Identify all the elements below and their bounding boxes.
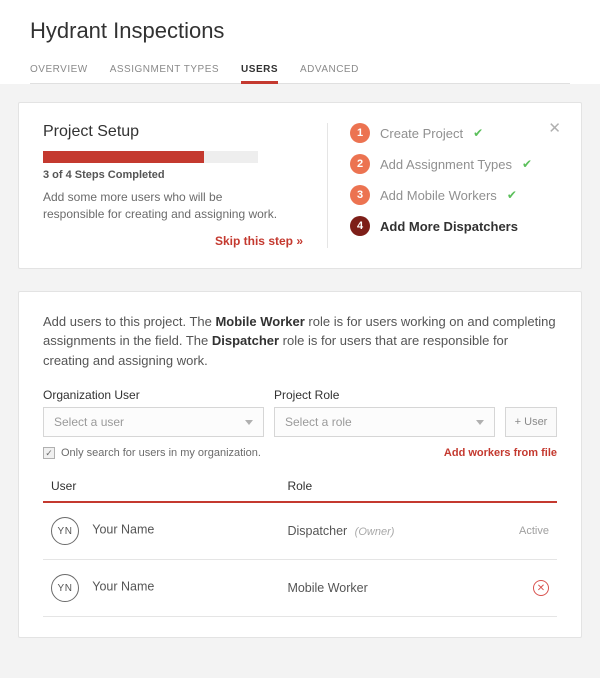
step-number: 4 (350, 216, 370, 236)
col-actions (475, 473, 557, 502)
step-label: Add Assignment Types (380, 157, 512, 172)
project-role-placeholder: Select a role (285, 415, 352, 429)
add-workers-from-file-link[interactable]: Add workers from file (444, 447, 557, 459)
setup-step-1[interactable]: 1 Create Project ✔ (350, 123, 557, 143)
step-label: Add Mobile Workers (380, 188, 497, 203)
setup-description: Add some more users who will be responsi… (43, 189, 283, 224)
step-number: 2 (350, 154, 370, 174)
users-table: User Role YN Your Name Dispatcher (Owner (43, 473, 557, 617)
user-role: Mobile Worker (287, 581, 367, 595)
setup-progress (43, 151, 258, 163)
tab-users[interactable]: Users (241, 58, 278, 84)
check-icon: ✔ (507, 188, 517, 202)
project-role-label: Project Role (274, 388, 495, 402)
tab-assignment-types[interactable]: Assignment Types (110, 58, 219, 83)
project-setup-card: Project Setup 3 of 4 Steps Completed Add… (18, 102, 582, 269)
remove-user-button[interactable]: ✕ (533, 580, 549, 596)
tab-advanced[interactable]: Advanced (300, 58, 359, 83)
org-user-select[interactable]: Select a user (43, 407, 264, 437)
check-icon: ✔ (473, 126, 483, 140)
add-user-button[interactable]: + User (505, 407, 557, 437)
intro-text-segment: Add users to this project. The (43, 314, 215, 329)
step-number: 1 (350, 123, 370, 143)
tab-overview[interactable]: Overview (30, 58, 88, 83)
setup-progress-label: 3 of 4 Steps Completed (43, 169, 309, 181)
user-role: Dispatcher (287, 524, 347, 538)
skip-step-link[interactable]: Skip this step » (43, 234, 309, 248)
org-user-label: Organization User (43, 388, 264, 402)
col-user: User (43, 473, 279, 502)
user-status: Active (475, 502, 557, 560)
org-only-checkbox[interactable]: ✓ (43, 447, 55, 459)
setup-steps: 1 Create Project ✔ 2 Add Assignment Type… (350, 123, 557, 236)
users-intro: Add users to this project. The Mobile Wo… (43, 312, 557, 371)
setup-step-2[interactable]: 2 Add Assignment Types ✔ (350, 154, 557, 174)
avatar: YN (51, 517, 79, 545)
table-row: YN Your Name Mobile Worker ✕ (43, 560, 557, 617)
chevron-down-icon (245, 420, 253, 425)
chevron-down-icon (476, 420, 484, 425)
org-only-label: Only search for users in my organization… (61, 447, 261, 459)
step-number: 3 (350, 185, 370, 205)
avatar: YN (51, 574, 79, 602)
setup-title: Project Setup (43, 123, 309, 141)
check-icon: ✔ (522, 157, 532, 171)
setup-progress-fill (43, 151, 204, 163)
page-tabs: Overview Assignment Types Users Advanced (30, 58, 570, 84)
org-user-placeholder: Select a user (54, 415, 124, 429)
step-label: Create Project (380, 126, 463, 141)
step-label: Add More Dispatchers (380, 219, 518, 234)
setup-step-4[interactable]: 4 Add More Dispatchers (350, 216, 557, 236)
user-name: Your Name (92, 523, 154, 537)
intro-text-bold: Mobile Worker (215, 314, 304, 329)
users-card: Add users to this project. The Mobile Wo… (18, 291, 582, 639)
project-role-select[interactable]: Select a role (274, 407, 495, 437)
col-role: Role (279, 473, 474, 502)
setup-step-3[interactable]: 3 Add Mobile Workers ✔ (350, 185, 557, 205)
intro-text-bold: Dispatcher (212, 333, 279, 348)
table-row: YN Your Name Dispatcher (Owner) Active (43, 502, 557, 560)
page-title: Hydrant Inspections (30, 18, 570, 44)
close-icon[interactable]: ✕ (548, 119, 561, 137)
owner-badge: (Owner) (355, 526, 395, 538)
user-name: Your Name (92, 580, 154, 594)
